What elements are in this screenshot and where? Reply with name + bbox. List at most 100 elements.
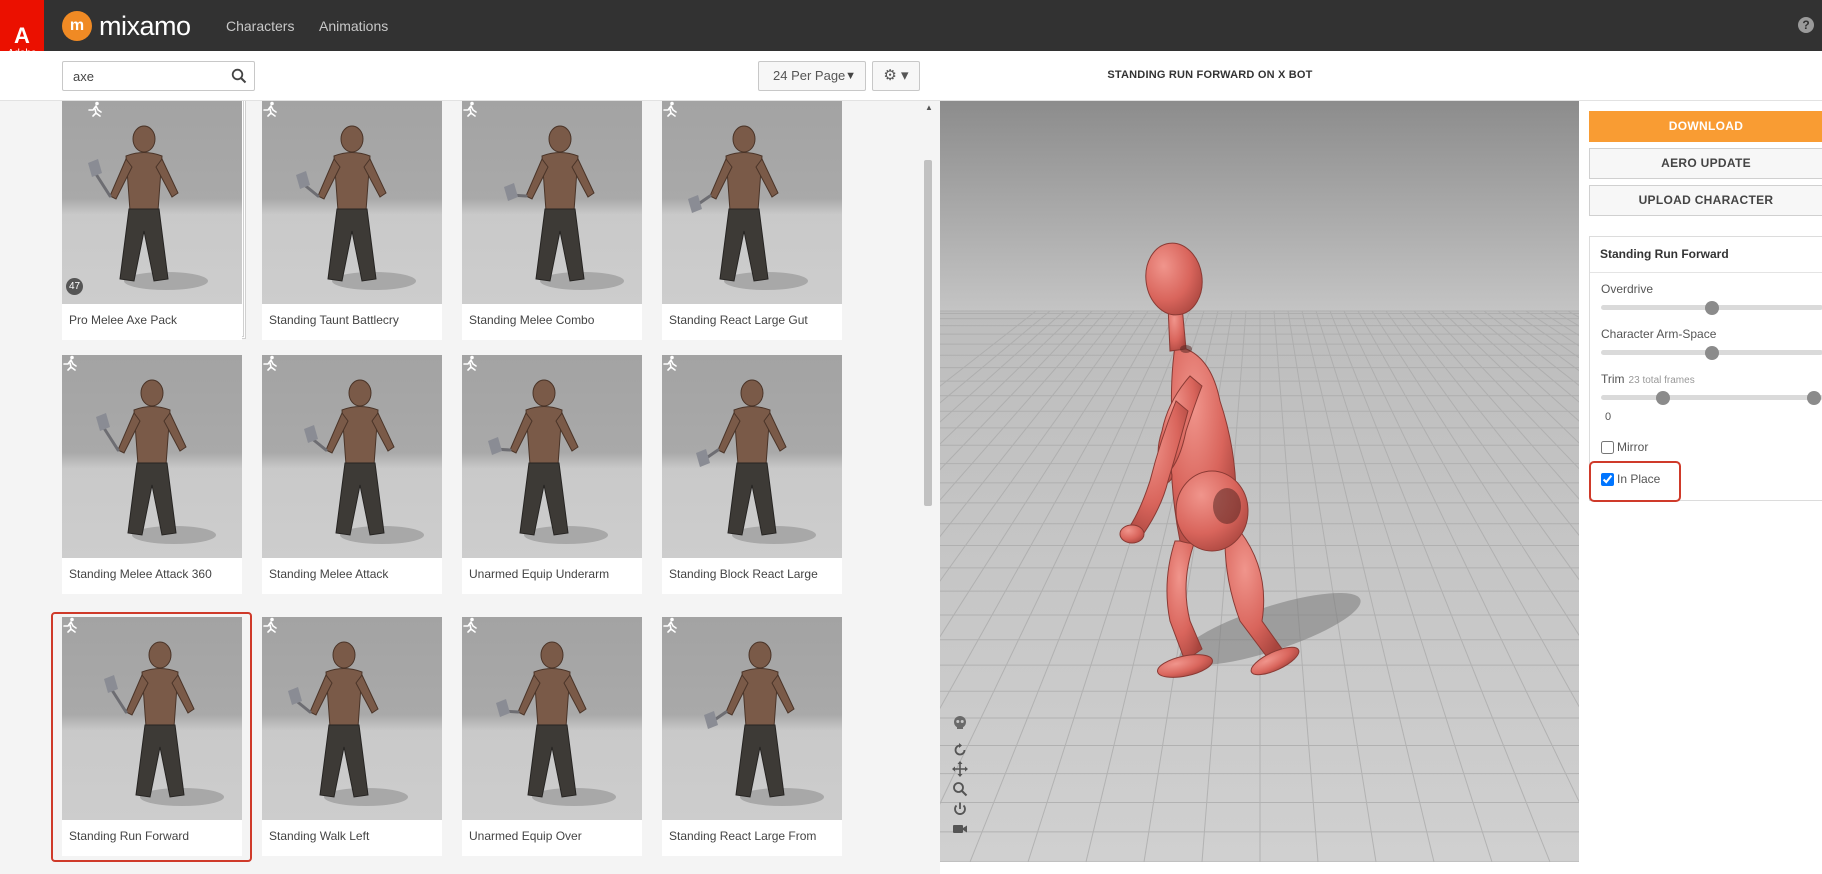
- per-page-select[interactable]: 24 Per Page ▼: [758, 61, 866, 91]
- animation-card[interactable]: Standing Block React Large: [662, 355, 842, 594]
- animation-card[interactable]: Standing Walk Left: [262, 617, 442, 856]
- run-icon: [263, 355, 277, 371]
- scroll-up-arrow-icon[interactable]: ▲: [925, 103, 933, 112]
- animation-card[interactable]: Standing React Large Gut: [662, 101, 842, 340]
- download-button[interactable]: DOWNLOAD: [1589, 111, 1822, 142]
- trim-label-text: Trim: [1601, 372, 1625, 386]
- animation-thumbnail[interactable]: 47: [62, 101, 242, 304]
- animation-card[interactable]: Unarmed Equip Underarm: [462, 355, 642, 594]
- in-place-highlight: [1589, 461, 1681, 502]
- character-thumbnail: [696, 379, 816, 544]
- settings-title: Standing Run Forward: [1600, 247, 1729, 261]
- character-thumbnail: [96, 379, 216, 544]
- move-icon[interactable]: [952, 761, 968, 777]
- trim-slider[interactable]: [1601, 395, 1822, 400]
- zoom-icon[interactable]: [952, 781, 968, 797]
- power-icon[interactable]: [952, 801, 968, 817]
- trim-end-knob[interactable]: [1807, 391, 1822, 405]
- overdrive-label: Overdrive: [1601, 282, 1654, 296]
- character-thumbnail: [88, 125, 208, 290]
- search-icon[interactable]: [231, 68, 247, 84]
- character-thumbnail: [296, 125, 416, 290]
- trim-start-knob[interactable]: [1656, 391, 1671, 405]
- animation-card-label: Standing Taunt Battlecry: [269, 313, 399, 327]
- animation-thumbnail[interactable]: [662, 617, 842, 820]
- mirror-option[interactable]: Mirror: [1601, 440, 1648, 454]
- mirror-label: Mirror: [1617, 440, 1649, 454]
- animation-card-label: Unarmed Equip Over: [469, 829, 582, 843]
- animation-card-label: Standing Melee Attack: [269, 567, 389, 581]
- arm-space-slider-knob[interactable]: [1705, 346, 1719, 360]
- animation-card-label: Standing React Large From: [669, 829, 817, 843]
- animation-card-label: Pro Melee Axe Pack: [69, 313, 178, 327]
- character-thumbnail: [688, 125, 808, 290]
- settings-divider: [1590, 272, 1822, 273]
- upload-character-button[interactable]: UPLOAD CHARACTER: [1589, 185, 1822, 216]
- character-thumbnail: [496, 641, 616, 806]
- search-box[interactable]: [62, 61, 255, 91]
- run-icon: [463, 355, 477, 371]
- adobe-mark: A: [14, 23, 30, 48]
- animation-thumbnail[interactable]: [262, 617, 442, 820]
- run-icon: [663, 101, 677, 117]
- animation-card[interactable]: 47 Pro Melee Axe Pack: [62, 101, 242, 340]
- animation-card[interactable]: Standing React Large From: [662, 617, 842, 856]
- 3d-viewport[interactable]: [940, 101, 1579, 862]
- nav-animations[interactable]: Animations: [319, 18, 388, 34]
- animation-card[interactable]: Unarmed Equip Over: [462, 617, 642, 856]
- aero-update-button[interactable]: AERO UPDATE: [1589, 148, 1822, 179]
- top-bar: A Adobe m mixamo Characters Animations ?: [0, 0, 1822, 72]
- mixamo-logo-icon: m: [62, 11, 92, 41]
- pack-count-badge: 47: [66, 278, 83, 295]
- run-icon: [463, 617, 477, 633]
- arm-space-label: Character Arm-Space: [1601, 327, 1717, 341]
- run-icon: [663, 355, 677, 371]
- character-thumbnail: [704, 641, 824, 806]
- character-thumbnail: [288, 641, 408, 806]
- per-page-value: 24 Per Page: [773, 68, 846, 83]
- character-thumbnail: [304, 379, 424, 544]
- character-thumbnail: [488, 379, 608, 544]
- animation-thumbnail[interactable]: [662, 101, 842, 304]
- animation-card-label: Standing Block React Large: [669, 567, 818, 581]
- animation-card[interactable]: Standing Taunt Battlecry: [262, 101, 442, 340]
- animation-card[interactable]: Standing Melee Attack: [262, 355, 442, 594]
- animation-card-label: Standing Melee Attack 360: [69, 567, 212, 581]
- app-name: mixamo: [99, 10, 191, 41]
- chevron-down-icon: ▼: [845, 70, 856, 82]
- run-icon: [88, 101, 102, 117]
- gear-icon[interactable]: ⚙ ▾: [872, 61, 920, 91]
- animation-thumbnail[interactable]: [462, 617, 642, 820]
- animation-thumbnail[interactable]: [462, 101, 642, 304]
- nav-characters[interactable]: Characters: [226, 18, 294, 34]
- animation-thumbnail[interactable]: [62, 355, 242, 558]
- mirror-checkbox[interactable]: [1601, 440, 1614, 454]
- mixamo-logo[interactable]: m mixamo: [62, 10, 191, 42]
- trim-start-value: 0: [1605, 411, 1612, 423]
- search-input[interactable]: [63, 62, 223, 90]
- animation-thumbnail[interactable]: [262, 101, 442, 304]
- camera-icon[interactable]: [952, 821, 968, 837]
- overdrive-slider-knob[interactable]: [1705, 301, 1719, 315]
- run-icon: [663, 617, 677, 633]
- animation-card[interactable]: Standing Melee Attack 360: [62, 355, 242, 594]
- character-thumbnail: [504, 125, 624, 290]
- animation-thumbnail[interactable]: [262, 355, 442, 558]
- grid-scrollbar-thumb[interactable]: [924, 160, 932, 506]
- trim-frames-hint: 23 total frames: [1628, 375, 1695, 386]
- animation-thumbnail[interactable]: [462, 355, 642, 558]
- skeleton-icon[interactable]: [952, 715, 968, 731]
- animation-card[interactable]: Standing Melee Combo: [462, 101, 642, 340]
- trim-label: Trim 23 total frames: [1601, 372, 1695, 386]
- animation-card-label: Standing Melee Combo: [469, 313, 595, 327]
- help-icon[interactable]: ?: [1798, 17, 1814, 33]
- animation-thumbnail[interactable]: [662, 355, 842, 558]
- search-toolbar: 24 Per Page ▼ ⚙ ▾: [0, 51, 940, 101]
- run-icon: [463, 101, 477, 117]
- animation-card-label: Standing React Large Gut: [669, 313, 808, 327]
- animation-grid: 47 Pro Melee Axe Pack Standing Taunt Battl…: [0, 101, 940, 874]
- reset-view-icon[interactable]: [952, 742, 968, 758]
- animation-card-label: Standing Walk Left: [269, 829, 370, 843]
- run-icon: [263, 101, 277, 117]
- viewer-title: STANDING RUN FORWARD ON X BOT: [1107, 69, 1313, 81]
